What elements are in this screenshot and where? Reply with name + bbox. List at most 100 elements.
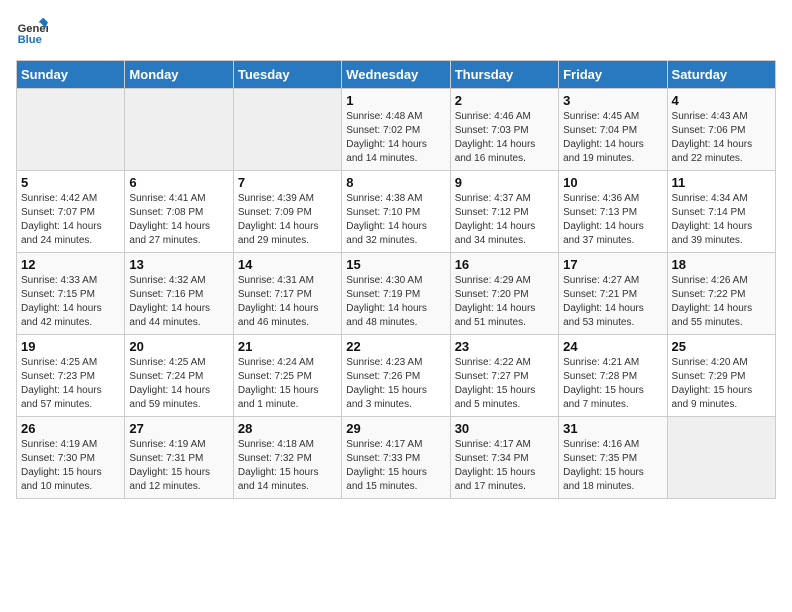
calendar-week-row: 12Sunrise: 4:33 AM Sunset: 7:15 PM Dayli…	[17, 253, 776, 335]
calendar-cell: 8 Sunrise: 4:38 AM Sunset: 7:10 PM Daylig…	[342, 171, 450, 253]
calendar-cell: 23 Sunrise: 4:22 AM Sunset: 7:27 PM Dayli…	[450, 335, 558, 417]
calendar-cell: 6 Sunrise: 4:41 AM Sunset: 7:08 PM Daylig…	[125, 171, 233, 253]
weekday-header-sunday: Sunday	[17, 61, 125, 89]
day-info: Sunrise: 4:29 AM Sunset: 7:20 PM Dayligh…	[455, 274, 554, 330]
calendar-cell: 10 Sunrise: 4:36 AM Sunset: 7:13 PM Dayli…	[559, 171, 667, 253]
logo-icon: General Blue	[16, 16, 48, 48]
day-info: Sunrise: 4:32 AM Sunset: 7:16 PM Dayligh…	[129, 274, 228, 330]
calendar-cell: 18 Sunrise: 4:26 AM Sunset: 7:22 PM Dayli…	[667, 253, 775, 335]
day-number: 28	[238, 421, 337, 436]
calendar-cell: 13Sunrise: 4:32 AM Sunset: 7:16 PM Dayli…	[125, 253, 233, 335]
weekday-header-wednesday: Wednesday	[342, 61, 450, 89]
day-info: Sunrise: 4:19 AM Sunset: 7:30 PM Dayligh…	[21, 438, 120, 494]
day-info: Sunrise: 4:43 AM Sunset: 7:06 PM Dayligh…	[672, 110, 771, 166]
calendar-cell	[233, 89, 341, 171]
day-number: 26	[21, 421, 120, 436]
calendar-week-row: 5 Sunrise: 4:42 AM Sunset: 7:07 PM Daylig…	[17, 171, 776, 253]
calendar-cell: 31Sunrise: 4:16 AM Sunset: 7:35 PM Dayli…	[559, 417, 667, 499]
day-number: 2	[455, 93, 554, 108]
day-number: 17	[563, 257, 662, 272]
day-number: 14	[238, 257, 337, 272]
day-info: Sunrise: 4:26 AM Sunset: 7:22 PM Dayligh…	[672, 274, 771, 330]
day-info: Sunrise: 4:45 AM Sunset: 7:04 PM Dayligh…	[563, 110, 662, 166]
calendar-cell: 24Sunrise: 4:21 AM Sunset: 7:28 PM Dayli…	[559, 335, 667, 417]
day-info: Sunrise: 4:36 AM Sunset: 7:13 PM Dayligh…	[563, 192, 662, 248]
day-number: 31	[563, 421, 662, 436]
day-number: 16	[455, 257, 554, 272]
day-info: Sunrise: 4:21 AM Sunset: 7:28 PM Dayligh…	[563, 356, 662, 412]
day-number: 4	[672, 93, 771, 108]
calendar-cell: 29 Sunrise: 4:17 AM Sunset: 7:33 PM Dayli…	[342, 417, 450, 499]
svg-text:Blue: Blue	[18, 34, 42, 46]
day-number: 15	[346, 257, 445, 272]
calendar-cell: 2 Sunrise: 4:46 AM Sunset: 7:03 PM Daylig…	[450, 89, 558, 171]
day-info: Sunrise: 4:27 AM Sunset: 7:21 PM Dayligh…	[563, 274, 662, 330]
calendar-cell: 28 Sunrise: 4:18 AM Sunset: 7:32 PM Dayli…	[233, 417, 341, 499]
calendar-cell: 1 Sunrise: 4:48 AM Sunset: 7:02 PM Daylig…	[342, 89, 450, 171]
calendar-cell: 9Sunrise: 4:37 AM Sunset: 7:12 PM Daylig…	[450, 171, 558, 253]
day-number: 22	[346, 339, 445, 354]
day-info: Sunrise: 4:25 AM Sunset: 7:23 PM Dayligh…	[21, 356, 120, 412]
day-info: Sunrise: 4:18 AM Sunset: 7:32 PM Dayligh…	[238, 438, 337, 494]
day-number: 9	[455, 175, 554, 190]
day-info: Sunrise: 4:22 AM Sunset: 7:27 PM Dayligh…	[455, 356, 554, 412]
calendar-cell: 11 Sunrise: 4:34 AM Sunset: 7:14 PM Dayli…	[667, 171, 775, 253]
day-info: Sunrise: 4:42 AM Sunset: 7:07 PM Dayligh…	[21, 192, 120, 248]
day-info: Sunrise: 4:33 AM Sunset: 7:15 PM Dayligh…	[21, 274, 120, 330]
calendar-cell: 20 Sunrise: 4:25 AM Sunset: 7:24 PM Dayli…	[125, 335, 233, 417]
day-number: 20	[129, 339, 228, 354]
day-number: 19	[21, 339, 120, 354]
day-info: Sunrise: 4:17 AM Sunset: 7:34 PM Dayligh…	[455, 438, 554, 494]
calendar-cell: 17 Sunrise: 4:27 AM Sunset: 7:21 PM Dayli…	[559, 253, 667, 335]
day-info: Sunrise: 4:25 AM Sunset: 7:24 PM Dayligh…	[129, 356, 228, 412]
day-info: Sunrise: 4:23 AM Sunset: 7:26 PM Dayligh…	[346, 356, 445, 412]
day-number: 25	[672, 339, 771, 354]
day-info: Sunrise: 4:31 AM Sunset: 7:17 PM Dayligh…	[238, 274, 337, 330]
calendar-cell: 27Sunrise: 4:19 AM Sunset: 7:31 PM Dayli…	[125, 417, 233, 499]
weekday-header-saturday: Saturday	[667, 61, 775, 89]
day-info: Sunrise: 4:34 AM Sunset: 7:14 PM Dayligh…	[672, 192, 771, 248]
day-info: Sunrise: 4:17 AM Sunset: 7:33 PM Dayligh…	[346, 438, 445, 494]
page-header: General Blue	[16, 16, 776, 48]
day-number: 6	[129, 175, 228, 190]
calendar-cell	[667, 417, 775, 499]
calendar-cell: 21 Sunrise: 4:24 AM Sunset: 7:25 PM Dayli…	[233, 335, 341, 417]
calendar-cell: 4 Sunrise: 4:43 AM Sunset: 7:06 PM Daylig…	[667, 89, 775, 171]
day-number: 23	[455, 339, 554, 354]
day-number: 18	[672, 257, 771, 272]
calendar-cell: 5 Sunrise: 4:42 AM Sunset: 7:07 PM Daylig…	[17, 171, 125, 253]
day-info: Sunrise: 4:38 AM Sunset: 7:10 PM Dayligh…	[346, 192, 445, 248]
calendar-cell	[125, 89, 233, 171]
day-number: 10	[563, 175, 662, 190]
day-info: Sunrise: 4:20 AM Sunset: 7:29 PM Dayligh…	[672, 356, 771, 412]
day-info: Sunrise: 4:48 AM Sunset: 7:02 PM Dayligh…	[346, 110, 445, 166]
day-number: 21	[238, 339, 337, 354]
calendar-cell	[17, 89, 125, 171]
day-number: 8	[346, 175, 445, 190]
logo: General Blue	[16, 16, 56, 48]
day-number: 29	[346, 421, 445, 436]
day-info: Sunrise: 4:19 AM Sunset: 7:31 PM Dayligh…	[129, 438, 228, 494]
calendar-cell: 14 Sunrise: 4:31 AM Sunset: 7:17 PM Dayli…	[233, 253, 341, 335]
day-info: Sunrise: 4:30 AM Sunset: 7:19 PM Dayligh…	[346, 274, 445, 330]
day-info: Sunrise: 4:24 AM Sunset: 7:25 PM Dayligh…	[238, 356, 337, 412]
calendar-cell: 25 Sunrise: 4:20 AM Sunset: 7:29 PM Dayli…	[667, 335, 775, 417]
day-number: 5	[21, 175, 120, 190]
calendar-cell: 26 Sunrise: 4:19 AM Sunset: 7:30 PM Dayli…	[17, 417, 125, 499]
day-info: Sunrise: 4:39 AM Sunset: 7:09 PM Dayligh…	[238, 192, 337, 248]
calendar-cell: 12Sunrise: 4:33 AM Sunset: 7:15 PM Dayli…	[17, 253, 125, 335]
calendar-cell: 22 Sunrise: 4:23 AM Sunset: 7:26 PM Dayli…	[342, 335, 450, 417]
weekday-header-thursday: Thursday	[450, 61, 558, 89]
calendar-week-row: 19 Sunrise: 4:25 AM Sunset: 7:23 PM Dayli…	[17, 335, 776, 417]
day-info: Sunrise: 4:46 AM Sunset: 7:03 PM Dayligh…	[455, 110, 554, 166]
calendar-week-row: 26 Sunrise: 4:19 AM Sunset: 7:30 PM Dayli…	[17, 417, 776, 499]
weekday-header-tuesday: Tuesday	[233, 61, 341, 89]
day-info: Sunrise: 4:41 AM Sunset: 7:08 PM Dayligh…	[129, 192, 228, 248]
day-number: 7	[238, 175, 337, 190]
day-number: 1	[346, 93, 445, 108]
calendar-cell: 7 Sunrise: 4:39 AM Sunset: 7:09 PM Daylig…	[233, 171, 341, 253]
day-number: 30	[455, 421, 554, 436]
weekday-header-friday: Friday	[559, 61, 667, 89]
calendar-cell: 19 Sunrise: 4:25 AM Sunset: 7:23 PM Dayli…	[17, 335, 125, 417]
day-number: 11	[672, 175, 771, 190]
